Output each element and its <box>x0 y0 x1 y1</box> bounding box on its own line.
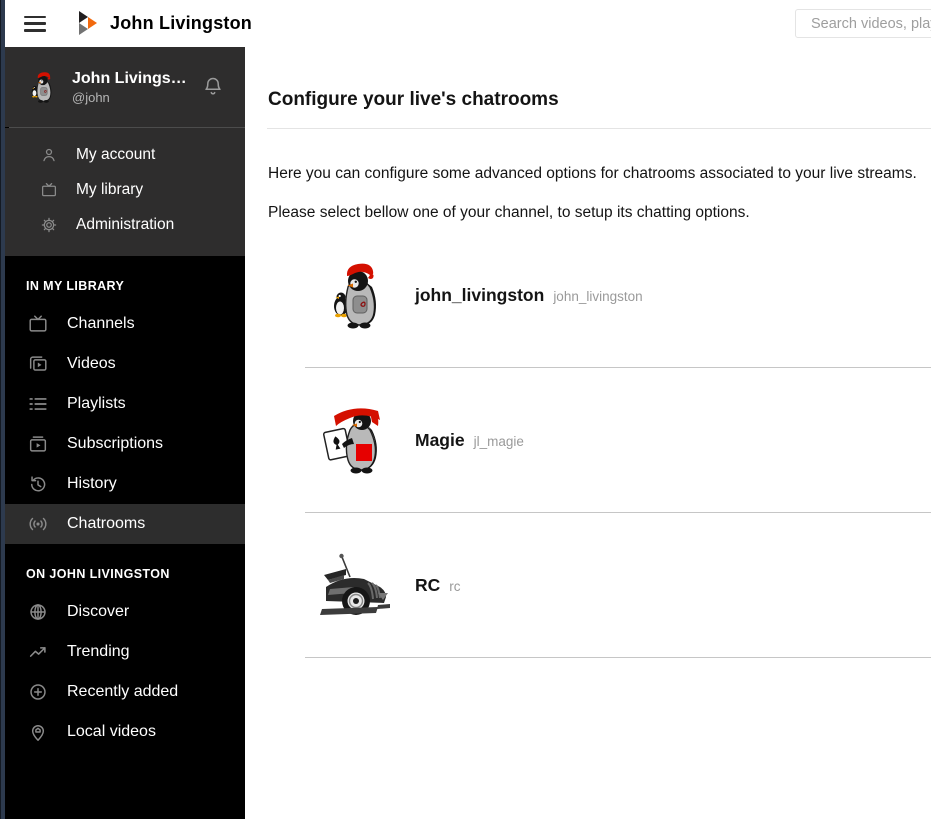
peertube-logo-icon[interactable] <box>75 10 99 37</box>
sidebar-item-label: Administration <box>76 215 175 233</box>
playlist-icon <box>27 393 49 415</box>
map-pin-home-icon <box>27 721 49 743</box>
channel-text: john_livingston john_livingston <box>415 285 643 306</box>
sidebar-item-channels[interactable]: Channels <box>0 304 245 344</box>
channel-handle: rc <box>449 578 461 594</box>
sidebar-item-my-library[interactable]: My library <box>0 172 245 207</box>
sidebar-item-trending[interactable]: Trending <box>0 632 245 672</box>
sidebar-item-label: Chatrooms <box>67 515 146 532</box>
sidebar-item-subscriptions[interactable]: Subscriptions <box>0 424 245 464</box>
user-avatar[interactable] <box>25 70 59 104</box>
sidebar-item-local-videos[interactable]: Local videos <box>0 712 245 752</box>
rc-car-avatar <box>320 549 392 621</box>
title-divider <box>267 128 931 129</box>
penguin-magician-card-avatar <box>320 404 392 476</box>
sidebar-item-administration[interactable]: Administration <box>0 207 245 242</box>
sidebar-item-playlists[interactable]: Playlists <box>0 384 245 424</box>
sidebar: John Livingston @john My account My libr… <box>0 47 245 819</box>
sidebar-item-label: Trending <box>67 643 130 660</box>
channel-display-name: RC <box>415 574 441 595</box>
channel-list: john_livingston john_livingston Magie jl… <box>305 223 931 658</box>
penguin-red-cap-avatar <box>320 259 392 331</box>
subscriptions-icon <box>27 433 49 455</box>
user-display-name: John Livingston <box>72 69 187 87</box>
sidebar-item-label: Discover <box>67 603 130 620</box>
sidebar-item-label: History <box>67 475 117 492</box>
instance-title[interactable]: John Livingston <box>110 13 252 34</box>
sidebar-item-my-account[interactable]: My account <box>0 137 245 172</box>
channel-display-name: Magie <box>415 429 465 450</box>
left-scrollbar-strip[interactable] <box>0 0 5 819</box>
videos-icon <box>27 353 49 375</box>
channel-row-magie[interactable]: Magie jl_magie <box>305 368 931 513</box>
user-icon <box>40 146 58 164</box>
page-title: Configure your live's chatrooms <box>268 89 559 110</box>
section-title: IN MY LIBRARY <box>26 279 125 293</box>
main-content: Configure your live's chatrooms Here you… <box>245 47 931 819</box>
sidebar-item-label: My account <box>76 145 156 163</box>
user-names: John Livingston @john <box>72 70 187 105</box>
sidebar-item-label: My library <box>76 180 144 198</box>
section-title: ON JOHN LIVINGSTON <box>26 567 170 581</box>
sidebar-item-recently-added[interactable]: Recently added <box>0 672 245 712</box>
channel-display-name: john_livingston <box>415 284 545 305</box>
menu-toggle-icon[interactable] <box>24 15 46 32</box>
sidebar-section-in-my-library: IN MY LIBRARY Channels Videos Playlists … <box>0 279 245 544</box>
channel-row-rc[interactable]: RC rc <box>305 513 931 658</box>
sidebar-item-label: Videos <box>67 355 116 372</box>
plus-circle-icon <box>27 681 49 703</box>
sidebar-user-links: My account My library Administration <box>0 128 245 256</box>
sidebar-item-label: Recently added <box>67 683 179 700</box>
sidebar-item-videos[interactable]: Videos <box>0 344 245 384</box>
intro-paragraph: Here you can configure some advanced opt… <box>268 165 917 182</box>
sidebar-item-label: Playlists <box>67 395 126 412</box>
sidebar-section-on-instance: ON JOHN LIVINGSTON Discover Trending Rec… <box>0 567 245 752</box>
top-bar: John Livingston <box>0 0 931 47</box>
user-handle: @john <box>72 89 110 105</box>
sidebar-item-label: Subscriptions <box>67 435 164 452</box>
notifications-bell-icon[interactable] <box>201 74 225 100</box>
globe-icon <box>27 601 49 623</box>
channel-handle: jl_magie <box>473 433 524 449</box>
sidebar-item-label: Local videos <box>67 723 156 740</box>
channel-text: RC rc <box>415 575 461 596</box>
search-input[interactable] <box>795 9 931 38</box>
channel-row-john-livingston[interactable]: john_livingston john_livingston <box>305 223 931 368</box>
gear-icon <box>40 216 58 234</box>
sidebar-item-label: Channels <box>67 315 135 332</box>
tv-icon <box>27 313 49 335</box>
sidebar-item-history[interactable]: History <box>0 464 245 504</box>
sidebar-item-chatrooms[interactable]: Chatrooms <box>0 504 245 544</box>
sidebar-user-block[interactable]: John Livingston @john <box>0 47 245 127</box>
tv-icon <box>40 181 58 199</box>
channel-handle: john_livingston <box>553 288 643 304</box>
sidebar-item-discover[interactable]: Discover <box>0 592 245 632</box>
intro-paragraph: Please select bellow one of your channel… <box>268 204 750 221</box>
history-icon <box>27 473 49 495</box>
broadcast-icon <box>27 513 49 535</box>
trending-icon <box>27 641 49 663</box>
channel-text: Magie jl_magie <box>415 430 524 451</box>
